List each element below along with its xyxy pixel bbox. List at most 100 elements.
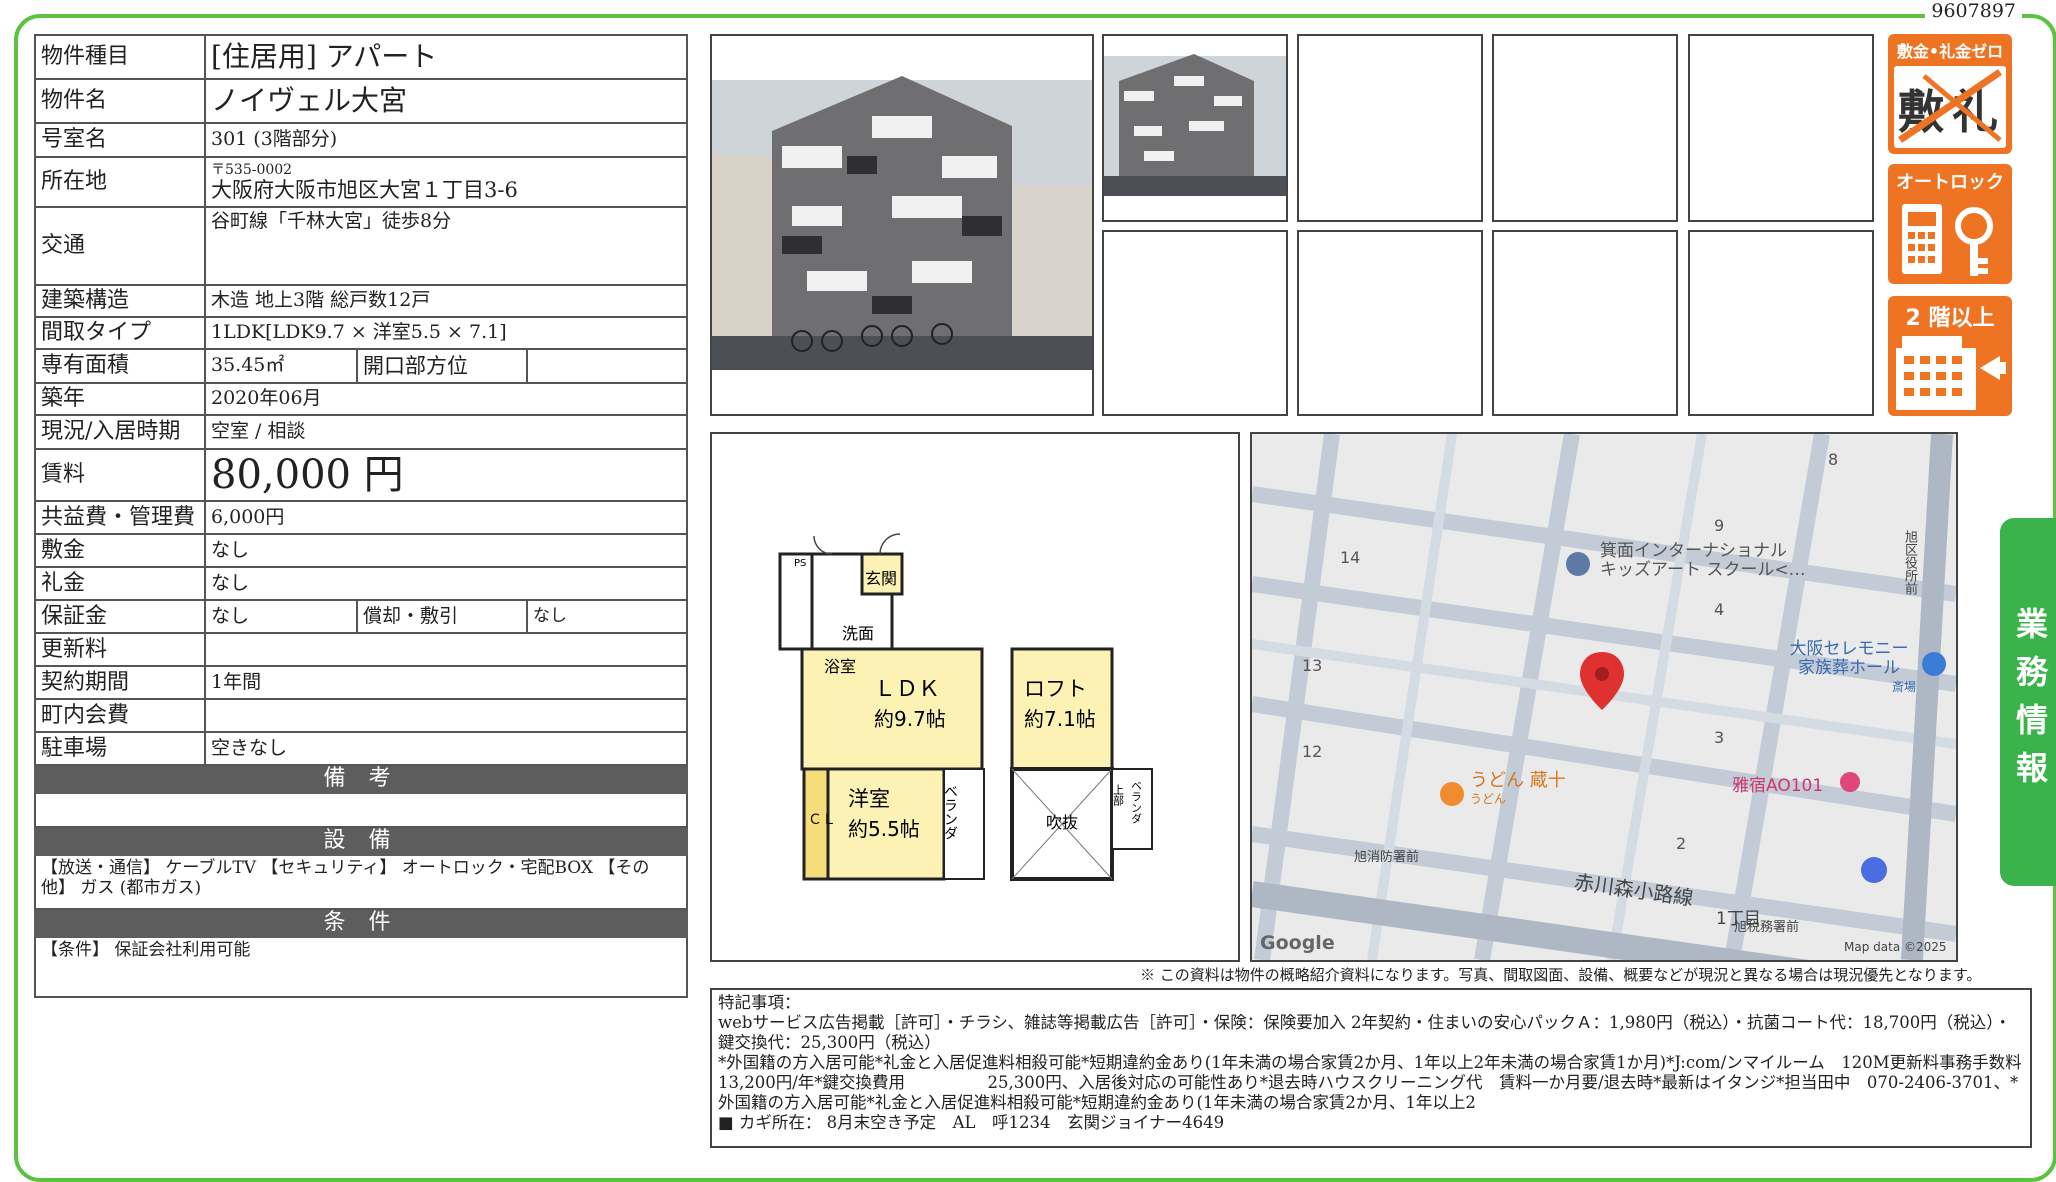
fee-label: 共益費・管理費: [34, 500, 206, 535]
thumbnail-8[interactable]: [1688, 230, 1874, 416]
built-value: 2020年06月: [203, 382, 689, 416]
building-photo-image: [712, 76, 1092, 370]
map-chome-label: 1丁目: [1716, 909, 1761, 929]
special-notes-title: 特記事項：: [718, 993, 801, 1012]
direction-label: 開口部方位: [356, 348, 528, 384]
address-label: 所在地: [34, 156, 206, 208]
thumbnail-7[interactable]: [1492, 230, 1678, 416]
room-value: 301 (3階部分): [203, 122, 689, 158]
yoshitsu-label: 洋室: [848, 787, 890, 811]
zero-deposit-title: 敷金•礼金ゼロ: [1896, 42, 2004, 61]
map-block-4: 4: [1714, 600, 1725, 619]
map-hotel-label: 雅宿AO101: [1732, 776, 1824, 796]
keymoney-label: 礼金: [34, 566, 206, 601]
type-label: 物件種目: [34, 34, 206, 80]
term-label: 契約期間: [34, 665, 206, 700]
map-block-3: 3: [1714, 728, 1725, 747]
main-photo[interactable]: [710, 34, 1094, 416]
map-attribution: Map data ©2025: [1844, 940, 1947, 954]
business-info-tab[interactable]: 業務情報: [2000, 518, 2056, 886]
closet-label: ＣＬ: [808, 812, 836, 828]
cross-out-icon: [1898, 69, 2002, 143]
map-school-label: 箕面インターナショナル: [1600, 541, 1787, 561]
map-block-12: 12: [1302, 742, 1323, 761]
renewal-value: [203, 632, 689, 667]
remarks-header: 備 考: [33, 764, 689, 794]
business-info-label: 業務情報: [2015, 605, 2048, 787]
address-value: 大阪府大阪市旭区大宮１丁目3-6: [211, 177, 518, 202]
special-notes: 特記事項： webサービス広告掲載［許可］・チラシ、雑誌等掲載広告［許可］・保険…: [710, 988, 2032, 1148]
layout-value: 1LDK[LDK9.7 × 洋室5.5 × 7.1]: [203, 316, 689, 350]
map-block-13: 13: [1302, 656, 1323, 675]
structure-value: 木造 地上3階 総戸数12戸: [203, 284, 689, 318]
fee-value: 6,000円: [203, 500, 689, 535]
floor-plan: PS 玄関 洗面 浴室 ＬＤＫ 約9.7帖 洋室 約5.5帖 ＣＬ ベランダ ロ…: [710, 432, 1240, 962]
property-info-table: 物件種目 [住居用] アパート 物件名 ノイヴェル大宮 号室名 301 (3階部分) …: [33, 34, 689, 998]
fukinuke-label: 吹抜: [1046, 813, 1078, 832]
location-map[interactable]: 箕面インターナショナル キッズアート スクール<… 大阪セレモニー 家族葬ホール…: [1250, 432, 1958, 962]
name-label: 物件名: [34, 78, 206, 124]
parking-label: 駐車場: [34, 731, 206, 766]
status-label: 現況/入居時期: [34, 414, 206, 450]
conditions-text: 【条件】 保証会社利用可能: [33, 936, 689, 998]
community-value: [203, 698, 689, 733]
thumbnail-1[interactable]: [1102, 34, 1288, 222]
special-notes-line-2: *外国籍の方入居可能*礼金と入居促進料相殺可能*短期違約金あり(1年未満の場合家…: [718, 1053, 2030, 1112]
type-value: [住居用] アパート: [203, 34, 689, 80]
address-cell: 〒535-0002 大阪府大阪市旭区大宮１丁目3-6: [203, 156, 689, 208]
deposit-value: なし: [203, 533, 689, 568]
map-ceremony-label-3: 斎場: [1892, 680, 1917, 694]
yokushitsu-label: 浴室: [824, 657, 856, 676]
area-value: 35.45㎡: [204, 348, 358, 384]
term-value: 1年間: [203, 665, 689, 700]
layout-label: 間取タイプ: [34, 316, 206, 350]
map-block-9: 9: [1714, 516, 1725, 535]
ldk-size: 約9.7帖: [874, 707, 946, 731]
veranda-label: ベランダ: [942, 784, 958, 840]
map-udon-label: うどん 蔵十: [1470, 770, 1566, 791]
structure-label: 建築構造: [34, 284, 206, 318]
document-id: 9607897: [1925, 0, 2022, 22]
address-zip: 〒535-0002: [211, 161, 293, 178]
thumbnail-3[interactable]: [1492, 34, 1678, 222]
autolock-badge: オートロック: [1888, 164, 2012, 284]
amort-label: 償却・敷引: [356, 599, 528, 634]
transit-value: 谷町線「千林大宮」徒歩8分: [203, 206, 689, 286]
loft-label: ロフト: [1024, 677, 1087, 701]
map-ceremony-label: 大阪セレモニー: [1789, 639, 1909, 659]
joubu-label: 上部: [1112, 784, 1125, 806]
thumbnail-5[interactable]: [1102, 230, 1288, 416]
map-road-label-2: 旭区役所前: [1902, 530, 1917, 595]
community-label: 町内会費: [34, 698, 206, 733]
map-block-2: 2: [1676, 834, 1687, 853]
map-ceremony-label-2: 家族葬ホール: [1798, 658, 1900, 678]
built-label: 築年: [34, 382, 206, 416]
renewal-label: 更新料: [34, 632, 206, 667]
parking-value: 空きなし: [203, 731, 689, 766]
map-block-14: 14: [1340, 548, 1361, 567]
transit-label: 交通: [34, 206, 206, 286]
special-notes-line-3: ■ カギ所在： 8月末空き予定 AL 呼1234 玄関ジョイナー4649: [718, 1113, 1225, 1132]
map-block-8: 8: [1828, 450, 1839, 469]
remarks-text: [33, 792, 689, 828]
veranda2-label: ベランダ: [1130, 780, 1143, 824]
status-value: 空室 / 相談: [203, 414, 689, 450]
rent-label: 賃料: [34, 448, 206, 502]
thumbnail-2[interactable]: [1297, 34, 1483, 222]
apartment-building-icon: [1896, 336, 2006, 410]
special-notes-line-1: webサービス広告掲載［許可］・チラシ、雑誌等掲載広告［許可］・保険：保険要加入…: [718, 1013, 2012, 1052]
loft-size: 約7.1帖: [1024, 707, 1096, 731]
conditions-header: 条 件: [33, 908, 689, 938]
guarantee-label: 保証金: [34, 599, 206, 634]
amort-value: なし: [525, 599, 689, 634]
sennaku-label: 洗面: [842, 624, 874, 643]
zero-deposit-badge: 敷金•礼金ゼロ 敷 礼: [1888, 34, 2012, 154]
keymoney-value: なし: [203, 566, 689, 601]
building-thumbnail-image: [1104, 54, 1286, 196]
genkan-label: 玄関: [865, 569, 897, 588]
intercom-key-icon: [1902, 204, 1993, 276]
thumbnail-4[interactable]: [1688, 34, 1874, 222]
map-school-label-2: キッズアート スクール<…: [1600, 560, 1806, 580]
thumbnail-6[interactable]: [1297, 230, 1483, 416]
equipment-header: 設 備: [33, 826, 689, 856]
